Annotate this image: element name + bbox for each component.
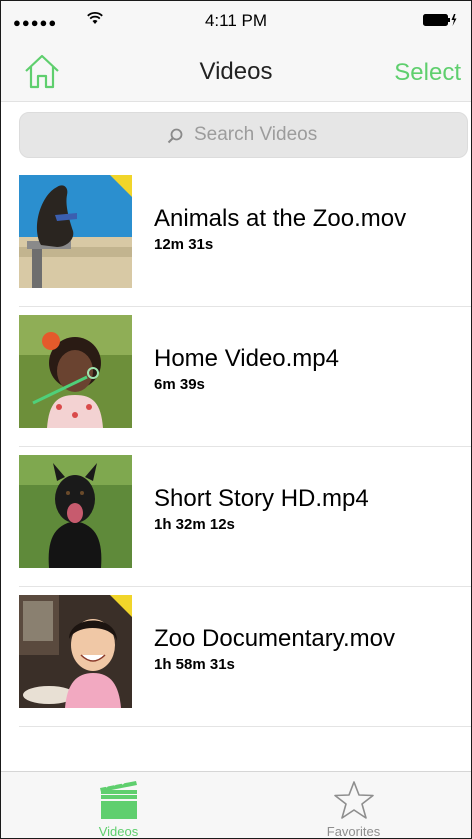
list-item[interactable]: Animals at the Zoo.mov 12m 31s [19, 167, 471, 307]
navigation-bar: Videos Select [1, 41, 471, 102]
video-thumbnail [19, 595, 132, 708]
tab-favorites[interactable]: Favorites [236, 772, 471, 839]
video-duration: 12m 31s [154, 236, 214, 253]
clapperboard-icon [100, 779, 137, 819]
list-item[interactable]: Home Video.mp4 6m 39s [19, 307, 471, 447]
search-placeholder: Search Videos [194, 124, 318, 145]
search-input[interactable]: Search Videos [19, 112, 468, 158]
video-title: Short Story HD.mp4 [154, 485, 369, 512]
video-thumbnail [19, 315, 132, 428]
video-title: Animals at the Zoo.mov [154, 205, 407, 232]
tab-videos[interactable]: Videos [1, 772, 236, 839]
search-bar: Search Videos [1, 102, 471, 166]
list-item[interactable]: Zoo Documentary.mov 1h 58m 31s [19, 587, 471, 727]
video-title: Zoo Documentary.mov [154, 625, 395, 652]
tab-favorites-label: Favorites [326, 824, 381, 839]
video-thumbnail [19, 175, 132, 288]
video-title: Home Video.mp4 [154, 345, 339, 372]
status-bar: ●●●●● 4:11 PM [1, 1, 471, 41]
star-icon [334, 781, 374, 819]
video-duration: 1h 32m 12s [154, 516, 235, 533]
status-time: 4:11 PM [204, 11, 268, 30]
app-frame: ●●●●● 4:11 PM Videos Select Search Video… [0, 0, 472, 839]
video-duration: 1h 58m 31s [154, 656, 235, 673]
list-item[interactable]: Short Story HD.mp4 1h 32m 12s [19, 447, 471, 587]
video-list: Animals at the Zoo.mov 12m 31s Home Vide… [1, 167, 471, 727]
new-video-marker [110, 595, 132, 617]
video-duration: 6m 39s [154, 376, 205, 393]
select-button[interactable]: Select [394, 59, 461, 87]
tab-bar: Videos Favorites [1, 771, 471, 839]
new-video-marker [110, 175, 132, 197]
video-thumbnail [19, 455, 132, 568]
battery-icon [423, 14, 457, 26]
tab-videos-label: Videos [98, 824, 139, 839]
search-icon [167, 128, 183, 144]
